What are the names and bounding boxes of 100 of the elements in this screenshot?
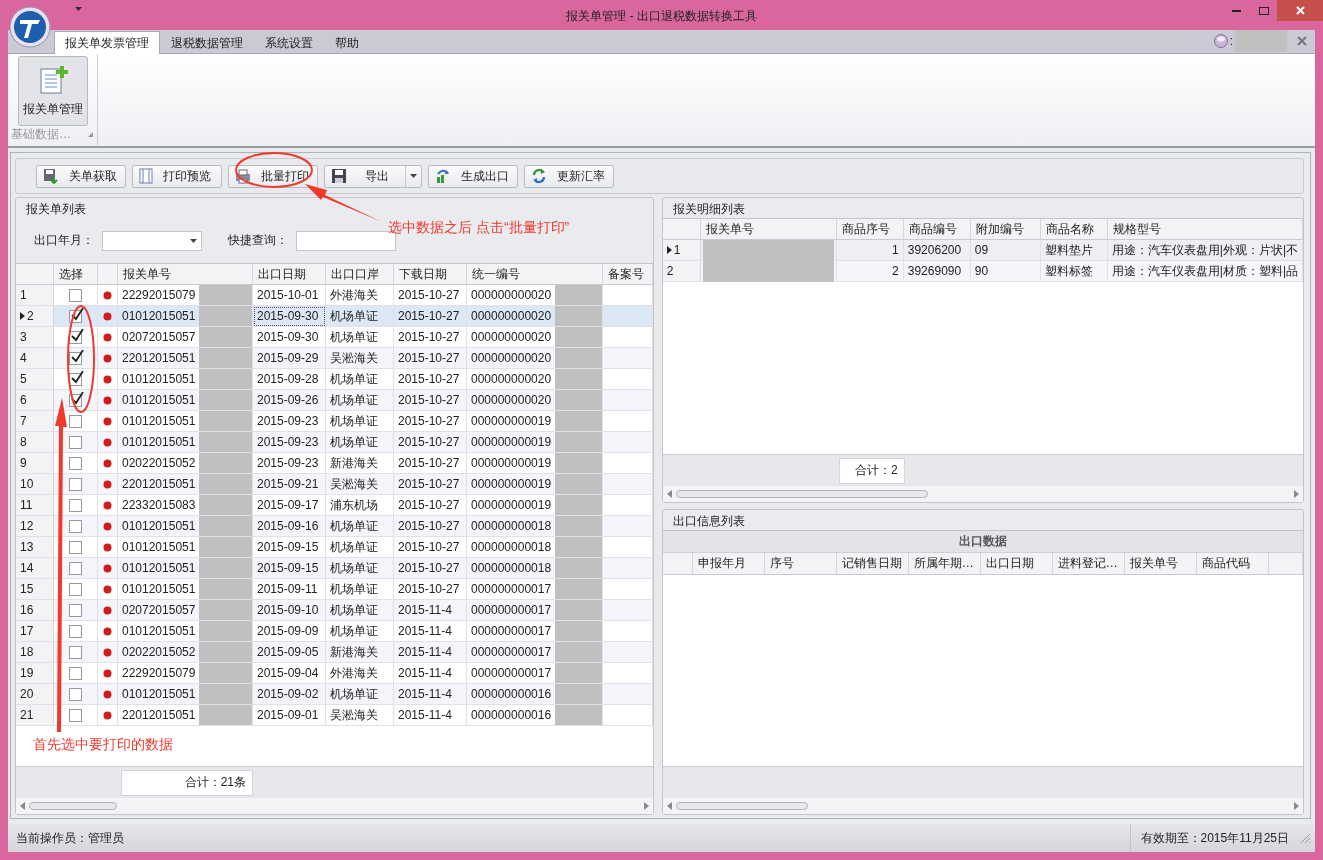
table-cell-text: 000000000020 <box>470 392 553 409</box>
table-row[interactable]: 12 01012015051 2015-09-16 机场单证 2015-10-27 000000000018 <box>16 516 653 537</box>
column-header: 报关单号 <box>700 219 837 240</box>
status-dot-icon <box>103 416 112 426</box>
status-dot-icon <box>103 626 112 636</box>
table-cell-text: 000000000020 <box>470 308 553 325</box>
table-row[interactable]: 14 01012015051 2015-09-15 机场单证 2015-10-27 000000000018 <box>16 558 653 579</box>
checkbox[interactable] <box>69 540 82 554</box>
table-cell-text: 000000000017 <box>470 644 553 661</box>
status-dot-icon <box>103 605 112 615</box>
checkbox[interactable] <box>69 477 82 491</box>
close-icon[interactable] <box>1297 36 1307 46</box>
toolbar-button[interactable]: 导出 <box>324 164 422 188</box>
table-cell: 2015-09-01 <box>253 705 326 726</box>
checkbox[interactable] <box>69 351 82 365</box>
table-cell-text: 000000000018 <box>470 539 553 556</box>
table-cell-text: 000000000016 <box>470 686 553 703</box>
redacted-block <box>199 327 252 347</box>
ribbon-tab[interactable]: 退税数据管理 <box>160 32 254 54</box>
checkbox[interactable] <box>69 561 82 575</box>
ribbon-button[interactable]: 报关单管理 <box>17 56 88 126</box>
row-number: 20 <box>20 687 34 701</box>
close-button[interactable] <box>1277 0 1323 21</box>
table-row[interactable]: 1 1 39206200 09 塑料垫片 用途：汽车仪表盘用|外观：片状|不 <box>662 240 1303 261</box>
table-row[interactable]: 19 22292015079 2015-09-04 外港海关 2015-11-4 000000000017 <box>16 663 653 684</box>
table-row[interactable]: 4 22012015051 2015-09-29 吴淞海关 2015-10-27 000000000020 <box>16 348 653 369</box>
table-row[interactable]: 17 01012015051 2015-09-09 机场单证 2015-11-4 000000000017 <box>16 621 653 642</box>
checkbox[interactable] <box>69 456 82 470</box>
table-cell-text: 000000000020 <box>470 329 553 346</box>
checkbox[interactable] <box>69 645 82 659</box>
band-header: 出口数据 <box>662 531 1303 553</box>
checkbox[interactable] <box>69 666 82 680</box>
status-dot-icon <box>103 311 112 321</box>
scroll-right-icon[interactable] <box>1294 802 1299 810</box>
dialog-launcher-icon[interactable] <box>88 132 93 137</box>
table-row[interactable]: 18 02022015052 2015-09-05 新港海关 2015-11-4 000000000017 <box>16 642 653 663</box>
table-row[interactable]: 11 22332015083 2015-09-17 浦东机场 2015-10-27 000000000019 <box>16 495 653 516</box>
status-dot-icon <box>103 479 112 489</box>
checkbox[interactable] <box>69 582 82 596</box>
checkbox[interactable] <box>69 603 82 617</box>
table-row[interactable]: 21 22012015051 2015-09-01 吴淞海关 2015-11-4 000000000016 <box>16 705 653 726</box>
table-cell-text: 01012015051 <box>121 686 197 703</box>
month-dropdown[interactable] <box>102 230 202 251</box>
table-row[interactable]: 2 2 39269090 90 塑料标签 用途：汽车仪表盘用|材质：塑料|品 <box>662 261 1303 282</box>
table-row[interactable]: 10 22012015051 2015-09-21 吴淞海关 2015-10-27 000000000019 <box>16 474 653 495</box>
quick-access-caret-icon[interactable] <box>75 7 82 11</box>
redacted-block <box>199 705 252 725</box>
checkbox[interactable] <box>69 687 82 701</box>
table-cell-text: 01012015051 <box>121 518 197 535</box>
checkbox[interactable] <box>69 624 82 638</box>
scroll-right-icon[interactable] <box>643 802 649 810</box>
table-row[interactable]: 5 01012015051 2015-09-28 机场单证 2015-10-27 000000000020 <box>16 369 653 390</box>
row-indicator-icon <box>666 246 672 254</box>
toolbar-button[interactable]: 生成出口 <box>428 164 518 188</box>
scroll-left-icon[interactable] <box>20 802 25 810</box>
table-row[interactable]: 16 02072015057 2015-09-10 机场单证 2015-11-4 000000000017 <box>16 600 653 621</box>
table-row[interactable]: 20 01012015051 2015-09-02 机场单证 2015-11-4 000000000016 <box>16 684 653 705</box>
column-header: 报关单号 <box>118 264 253 285</box>
status-dot-icon <box>103 500 112 510</box>
column-header: 序号 <box>764 553 837 575</box>
table-row[interactable]: 2 01012015051 2015-09-30 机场单证 2015-10-27 000000000020 <box>16 306 653 327</box>
table-row[interactable]: 1 22292015079 2015-10-01 外港海关 2015-10-27 000000000020 <box>16 285 653 306</box>
checkbox[interactable] <box>69 435 82 449</box>
ribbon-tab[interactable]: 帮助 <box>324 32 370 54</box>
ribbon-tab[interactable]: 报关单发票管理 <box>54 31 160 54</box>
toolbar-button[interactable]: 打印预览 <box>132 164 222 188</box>
checkbox[interactable] <box>69 414 82 428</box>
status-dot-icon <box>103 668 112 678</box>
document-add-icon <box>37 64 68 95</box>
table-cell: 2015-11-4 <box>394 705 467 726</box>
table-row[interactable]: 9 02022015052 2015-09-23 新港海关 2015-10-27 000000000019 <box>16 453 653 474</box>
table-row[interactable]: 8 01012015051 2015-09-23 机场单证 2015-10-27 000000000019 <box>16 432 653 453</box>
table-row[interactable]: 3 02072015057 2015-09-30 机场单证 2015-10-27 000000000020 <box>16 327 653 348</box>
checkbox[interactable] <box>69 288 82 302</box>
table-row[interactable]: 13 01012015051 2015-09-15 机场单证 2015-10-27 000000000018 <box>16 537 653 558</box>
ribbon-tab[interactable]: 系统设置 <box>254 32 324 54</box>
resize-grip-icon[interactable] <box>1299 832 1311 844</box>
table-row[interactable]: 6 01012015051 2015-09-26 机场单证 2015-10-27 000000000020 <box>16 390 653 411</box>
row-number: 13 <box>20 540 34 554</box>
scroll-thumb[interactable] <box>29 802 117 810</box>
checkbox[interactable] <box>69 519 82 533</box>
row-number: 12 <box>20 519 34 533</box>
row-number: 14 <box>20 561 34 575</box>
redacted-block <box>199 663 252 683</box>
scroll-right-icon[interactable] <box>1294 490 1299 498</box>
scroll-left-icon[interactable] <box>666 490 672 498</box>
toolbar-button[interactable]: 关单获取 <box>36 164 126 188</box>
checkbox[interactable] <box>69 708 82 722</box>
redacted-block <box>199 432 252 452</box>
annotation-text: 首先选中要打印的数据 <box>33 736 173 754</box>
redacted-block <box>555 537 602 557</box>
scroll-thumb[interactable] <box>675 490 928 498</box>
status-dot-icon <box>103 521 112 531</box>
toolbar-button[interactable]: 更新汇率 <box>524 164 614 188</box>
scroll-left-icon[interactable] <box>666 802 672 810</box>
table-row[interactable]: 7 01012015051 2015-09-23 机场单证 2015-10-27 000000000019 <box>16 411 653 432</box>
table-row[interactable]: 15 01012015051 2015-09-11 机场单证 2015-10-27 000000000017 <box>16 579 653 600</box>
checkbox[interactable] <box>69 498 82 512</box>
scroll-thumb[interactable] <box>675 802 808 810</box>
row-number: 16 <box>20 603 34 617</box>
